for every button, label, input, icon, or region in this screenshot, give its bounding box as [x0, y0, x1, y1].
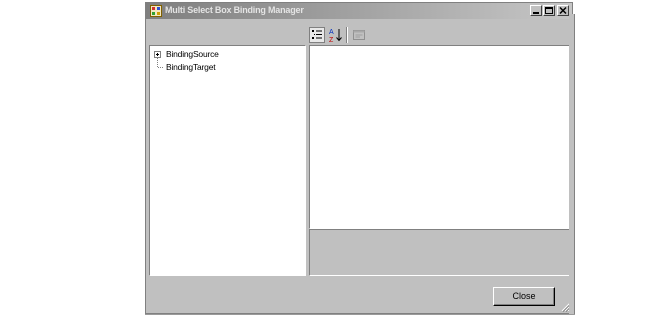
maximize-icon [545, 7, 553, 14]
maximize-button[interactable] [543, 5, 555, 16]
window-edge-sliver [569, 14, 575, 314]
binding-tree[interactable]: BindingSource BindingTarget [149, 45, 306, 276]
minimize-button[interactable] [530, 5, 542, 16]
alphabetical-sort-icon[interactable]: A Z [327, 27, 343, 43]
categorized-view-icon[interactable] [309, 27, 325, 43]
svg-text:Z: Z [329, 37, 334, 43]
window-title: Multi Select Box Binding Manager [165, 5, 304, 15]
close-window-button[interactable] [557, 5, 569, 16]
svg-text:A: A [329, 29, 334, 36]
toolbar-separator [346, 27, 347, 43]
tree-item-binding-target[interactable]: BindingTarget [166, 62, 216, 72]
minimize-icon [533, 12, 539, 14]
binding-manager-window: Multi Select Box Binding Manager Binding… [145, 2, 573, 314]
property-grid-toolbar: A Z [307, 24, 572, 46]
property-pages-icon[interactable] [351, 27, 367, 43]
title-bar[interactable]: Multi Select Box Binding Manager [146, 3, 572, 19]
bottom-edge-line [145, 314, 575, 315]
tree-item-binding-source[interactable]: BindingSource [166, 49, 219, 59]
property-description-pane [309, 229, 572, 276]
app-icon [150, 5, 162, 17]
close-icon [559, 6, 567, 15]
close-button[interactable]: Close [493, 287, 555, 306]
plus-box-icon[interactable] [154, 51, 161, 58]
tree-line-icon [157, 58, 164, 68]
property-grid[interactable] [309, 45, 572, 229]
